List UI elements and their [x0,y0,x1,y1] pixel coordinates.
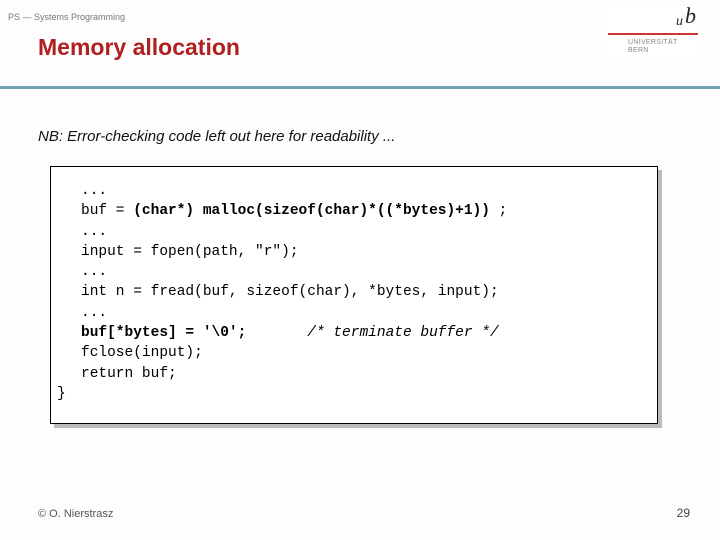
footer-copyright: © O. Nierstrasz [38,508,113,520]
logo-text-line2: BERN [608,47,698,55]
breadcrumb: PS — Systems Programming [8,12,125,22]
logo-text-line1: UNIVERSITÄT [608,39,698,47]
horizontal-rule [0,86,720,89]
logo-letter-u: u [676,14,683,29]
logo-letter-b: b [685,3,698,28]
page-title: Memory allocation [38,34,240,61]
code-content: ... buf = (char*) malloc(sizeof(char)*((… [81,181,653,384]
logo-divider [608,33,698,35]
university-logo: ub UNIVERSITÄT BERN [608,6,698,58]
note-text: NB: Error-checking code left out here fo… [38,128,395,145]
page-number: 29 [677,506,690,520]
code-box: ... buf = (char*) malloc(sizeof(char)*((… [50,166,658,424]
